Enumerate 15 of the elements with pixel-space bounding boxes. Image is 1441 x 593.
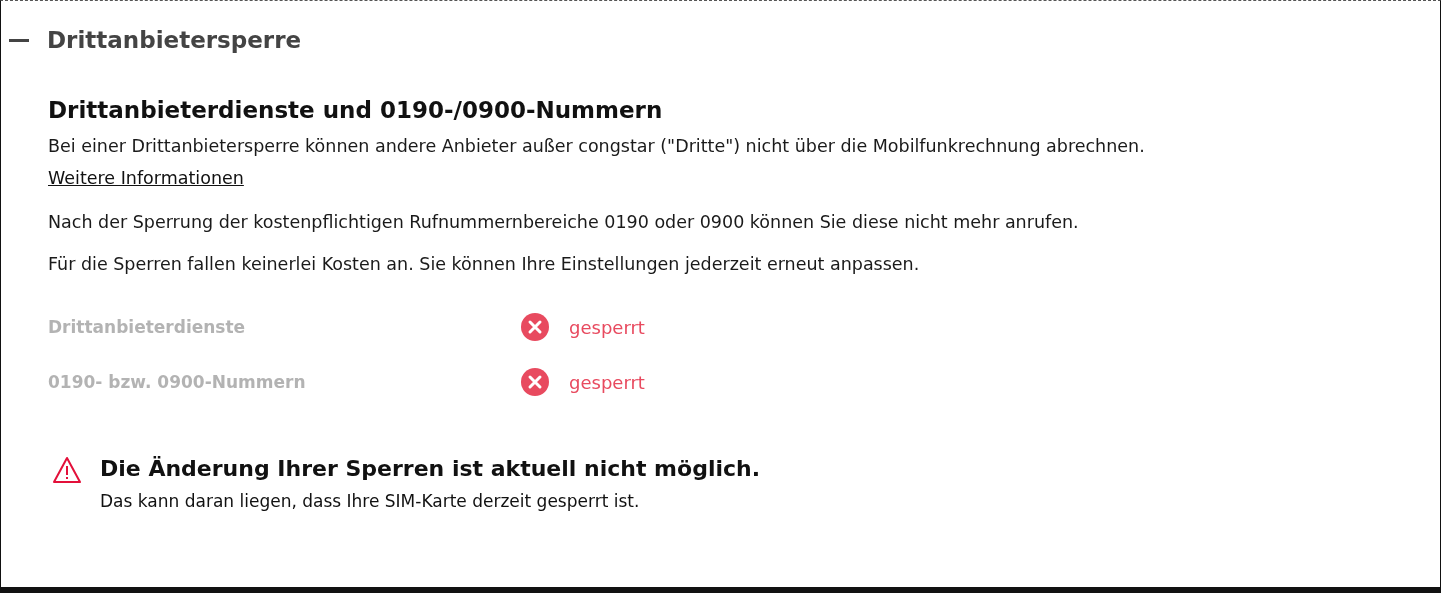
section-heading: Drittanbieterdienste und 0190-/0900-Nummern bbox=[48, 97, 664, 123]
lock-label: Drittanbieterdienste bbox=[48, 317, 247, 337]
warning-title: Die Änderung Ihrer Sperren ist aktuell nicht möglich. bbox=[100, 456, 761, 481]
status-text: gesperrt bbox=[569, 371, 645, 393]
warning-icon bbox=[52, 456, 82, 484]
info-link[interactable]: Weitere Informationen bbox=[48, 165, 244, 191]
paragraph: Nach der Sperrung der kostenpflichtigen Rufnummernbereiche 0190 oder 0900 können Sie diese nicht mehr anrufen. bbox=[48, 211, 1080, 234]
close-circle-icon bbox=[521, 368, 549, 396]
lock-label: 0190- bzw. 0900-Nummern bbox=[48, 372, 307, 392]
status-text: gesperrt bbox=[569, 316, 645, 338]
intro-text: Bei einer Drittanbietersperre können andere Anbieter außer congstar ("Dritte") nicht über die Mobilfunkrechnung abrechnen. bbox=[48, 135, 1146, 158]
warning-text: Das kann daran liegen, dass Ihre SIM-Karte derzeit gesperrt ist. bbox=[100, 491, 641, 511]
section-title[interactable]: Drittanbietersperre bbox=[47, 27, 302, 53]
close-circle-icon bbox=[521, 313, 549, 341]
paragraph: Für die Sperren fallen keinerlei Kosten an. Sie können Ihre Einstellungen jederzeit erneut anpassen. bbox=[48, 253, 921, 276]
